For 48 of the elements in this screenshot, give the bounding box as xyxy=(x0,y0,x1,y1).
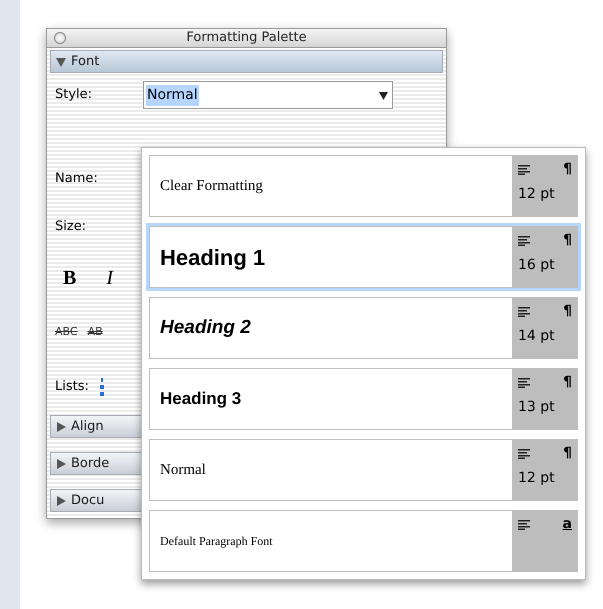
window-title: Formatting Palette xyxy=(186,29,307,48)
align-left-icon xyxy=(518,378,530,388)
style-menu-item[interactable]: Clear Formatting ¶ 12 pt xyxy=(146,152,581,220)
collapsed-triangle-icon xyxy=(55,458,67,470)
bold-button[interactable]: B xyxy=(63,263,76,293)
paragraph-mark: ¶ xyxy=(563,373,572,392)
font-size: 13 pt xyxy=(518,398,556,417)
style-dropdown[interactable]: Normal xyxy=(143,81,393,109)
style-value: Normal xyxy=(146,84,199,106)
numbered-list-icon[interactable] xyxy=(98,378,105,396)
style-name: Clear Formatting xyxy=(160,176,263,196)
close-button[interactable] xyxy=(54,32,66,44)
font-size: 12 pt xyxy=(518,469,556,488)
font-size: 16 pt xyxy=(518,256,556,275)
style-name: Normal xyxy=(160,460,206,480)
paragraph-mark: ¶ xyxy=(563,160,572,179)
field-label: Size: xyxy=(55,218,86,236)
align-left-icon xyxy=(518,448,530,458)
style-name: Heading 2 xyxy=(160,316,251,340)
character-mark: a xyxy=(562,515,572,534)
align-left-icon xyxy=(518,164,530,174)
style-menu-item[interactable]: Heading 2 ¶ 14 pt xyxy=(146,294,581,362)
style-name: Heading 1 xyxy=(160,244,266,272)
expanded-triangle-icon xyxy=(55,56,67,68)
paragraph-mark: ¶ xyxy=(563,231,572,250)
dropdown-arrow-icon xyxy=(379,90,388,100)
lists-label: Lists: xyxy=(55,378,89,396)
paragraph-mark: ¶ xyxy=(563,302,572,321)
strikethrough-button[interactable]: ABC xyxy=(55,324,78,340)
paragraph-mark: ¶ xyxy=(563,444,572,463)
font-size: 14 pt xyxy=(518,327,556,346)
align-left-icon xyxy=(518,236,530,246)
field-label: Name: xyxy=(55,170,98,188)
collapsed-triangle-icon xyxy=(55,420,67,432)
align-left-icon xyxy=(518,520,530,530)
italic-button[interactable]: I xyxy=(106,263,114,293)
style-name: Heading 3 xyxy=(160,388,242,410)
style-menu-item[interactable]: Default Paragraph Font a xyxy=(146,507,581,575)
style-menu-item[interactable]: Heading 1 ¶ 16 pt xyxy=(146,223,581,291)
section-header[interactable]: Font xyxy=(50,50,443,73)
font-size: 12 pt xyxy=(518,185,556,204)
style-name: Default Paragraph Font xyxy=(160,533,273,550)
collapsed-triangle-icon xyxy=(55,494,67,506)
style-menu-item[interactable]: Normal ¶ 12 pt xyxy=(146,436,581,504)
double-strikethrough-button[interactable]: AB xyxy=(88,324,103,340)
style-menu-item[interactable]: Heading 3 ¶ 13 pt xyxy=(146,365,581,433)
style-label: Style: xyxy=(55,86,94,104)
align-left-icon xyxy=(518,306,530,316)
